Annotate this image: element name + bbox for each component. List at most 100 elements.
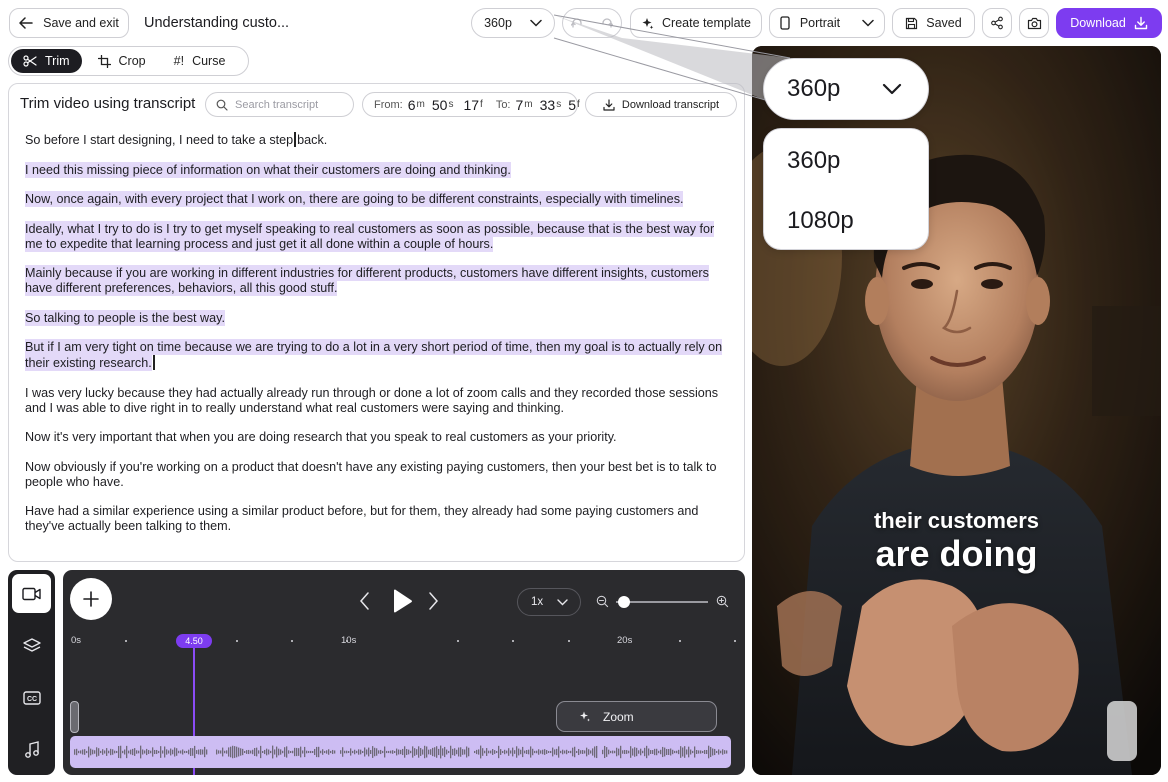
waveform-bar bbox=[288, 750, 290, 754]
tab-trim[interactable]: Trim bbox=[11, 49, 82, 73]
transcript-line[interactable]: I need this missing piece of information… bbox=[25, 161, 725, 178]
zoom-effect-button[interactable]: Zoom bbox=[556, 701, 717, 732]
tab-trim-label: Trim bbox=[45, 54, 70, 68]
waveform-bar bbox=[84, 749, 86, 755]
play-icon[interactable] bbox=[391, 588, 413, 614]
transcript-line[interactable]: Mainly because if you are working in dif… bbox=[25, 265, 725, 296]
waveform-bar bbox=[528, 749, 530, 755]
from-seconds[interactable]: 50 bbox=[432, 97, 448, 113]
waveform-bar bbox=[216, 749, 218, 755]
waveform-bar bbox=[278, 748, 280, 756]
tick-label: 0s bbox=[71, 635, 82, 646]
waveform-bar bbox=[574, 746, 576, 758]
transcript-line[interactable]: So before I start designing, I need to t… bbox=[25, 132, 725, 148]
transcript-line[interactable]: So talking to people is the best way. bbox=[25, 309, 725, 326]
tab-curse[interactable]: #! Curse bbox=[162, 49, 238, 73]
waveform-bar bbox=[176, 748, 178, 756]
chevron-down-icon bbox=[862, 19, 874, 27]
dock-captions-button[interactable]: CC bbox=[12, 678, 51, 717]
undo-redo-group bbox=[562, 8, 622, 38]
add-media-button[interactable] bbox=[70, 578, 112, 620]
resolution-option-360p[interactable]: 360p bbox=[787, 147, 840, 175]
zoom-effect-label: Zoom bbox=[603, 709, 634, 724]
transcript-text[interactable]: So before I start designing, I need to t… bbox=[25, 132, 725, 549]
waveform-bar bbox=[114, 750, 116, 754]
transcript-line[interactable]: I was very lucky because they had actual… bbox=[25, 386, 725, 416]
search-transcript-input[interactable]: Search transcript bbox=[205, 92, 354, 117]
time-ruler[interactable]: 0s 10s 20s bbox=[63, 632, 745, 648]
waveform-bar bbox=[484, 750, 486, 754]
plus-icon bbox=[82, 590, 100, 608]
waveform-bar bbox=[652, 750, 654, 754]
transcript-line[interactable]: Have had a similar experience using a si… bbox=[25, 504, 725, 534]
waveform-bar bbox=[370, 750, 372, 754]
share-button[interactable] bbox=[982, 8, 1012, 38]
dock-video-button[interactable] bbox=[12, 574, 51, 613]
waveform-bar bbox=[274, 749, 276, 755]
aspect-ratio-dropdown[interactable]: Portrait bbox=[769, 8, 885, 38]
transcript-line[interactable]: Now obviously if you're working on a pro… bbox=[25, 460, 725, 490]
snapshot-button[interactable] bbox=[1019, 8, 1049, 38]
previous-icon[interactable] bbox=[359, 590, 371, 612]
download-button[interactable]: Download bbox=[1056, 8, 1162, 38]
waveform-bar bbox=[386, 750, 388, 754]
resolution-dropdown[interactable]: 360p bbox=[471, 8, 555, 38]
waveform-bar bbox=[588, 749, 590, 755]
waveform-bar bbox=[716, 750, 718, 754]
waveform-bar bbox=[612, 750, 614, 754]
waveform-bar bbox=[684, 746, 686, 758]
waveform-bar bbox=[634, 747, 636, 757]
waveform-bar bbox=[526, 750, 528, 754]
waveform-bar bbox=[170, 748, 172, 756]
waveform-bar bbox=[248, 749, 250, 755]
waveform-bar bbox=[458, 747, 460, 757]
waveform-bar bbox=[226, 750, 228, 754]
trim-range-field[interactable]: From: 6m 50 s 17 f To: 7m 33 s 5f bbox=[362, 92, 580, 117]
transcript-line[interactable]: Now, once again, with every project that… bbox=[25, 191, 725, 207]
arrow-left-icon bbox=[19, 17, 33, 29]
dock-music-button[interactable] bbox=[12, 730, 51, 769]
create-template-button[interactable]: Create template bbox=[630, 8, 762, 38]
transcript-line[interactable]: But if I am very tight on time because w… bbox=[25, 339, 725, 371]
download-transcript-button[interactable]: Download transcript bbox=[585, 92, 737, 117]
from-frames[interactable]: 17 bbox=[463, 97, 479, 113]
waveform-bar bbox=[606, 747, 608, 757]
redo-icon[interactable] bbox=[600, 17, 613, 29]
transcript-line[interactable]: Ideally, what I try to do is I try to ge… bbox=[25, 220, 725, 252]
waveform-bar bbox=[360, 749, 362, 755]
waveform-bar bbox=[482, 748, 484, 756]
document-title[interactable]: Understanding custo... bbox=[144, 15, 289, 31]
playback-speed-select[interactable]: 1x bbox=[517, 588, 581, 616]
to-seconds[interactable]: 33 bbox=[540, 97, 556, 113]
playhead-time-badge[interactable]: 4.50 bbox=[176, 634, 212, 648]
waveform-bar bbox=[706, 749, 708, 755]
resolution-option-1080p[interactable]: 1080p bbox=[787, 207, 854, 235]
audio-waveform-track[interactable] bbox=[70, 736, 731, 768]
text-cursor[interactable] bbox=[294, 132, 297, 147]
transcript-line[interactable]: Now it's very important that when you ar… bbox=[25, 430, 725, 445]
from-minutes[interactable]: 6 bbox=[408, 97, 416, 113]
to-label: To: bbox=[495, 98, 511, 111]
saved-button[interactable]: Saved bbox=[892, 8, 975, 38]
waveform-bar bbox=[140, 745, 142, 759]
waveform-bar bbox=[624, 749, 626, 755]
waveform-bar bbox=[408, 749, 410, 755]
resolution-dropdown-magnified[interactable]: 360p bbox=[763, 58, 929, 120]
undo-icon[interactable] bbox=[571, 17, 584, 29]
track-trim-handle[interactable] bbox=[70, 701, 79, 733]
waveform-bar bbox=[596, 745, 598, 759]
dock-layers-button[interactable] bbox=[12, 626, 51, 665]
waveform-bar bbox=[690, 749, 692, 755]
zoom-slider-handle[interactable] bbox=[618, 596, 630, 608]
waveform-bar bbox=[674, 750, 676, 754]
selection-end-handle[interactable] bbox=[152, 355, 155, 370]
next-icon[interactable] bbox=[427, 590, 439, 612]
save-and-exit-button[interactable]: Save and exit bbox=[9, 8, 129, 38]
waveform-bar bbox=[492, 749, 494, 755]
zoom-out-icon[interactable] bbox=[596, 595, 609, 608]
tab-crop[interactable]: Crop bbox=[86, 49, 158, 73]
panel-title: Trim video using transcript bbox=[20, 95, 196, 112]
to-minutes[interactable]: 7 bbox=[516, 97, 524, 113]
zoom-in-icon[interactable] bbox=[716, 595, 729, 608]
to-frames[interactable]: 5 bbox=[568, 97, 576, 113]
